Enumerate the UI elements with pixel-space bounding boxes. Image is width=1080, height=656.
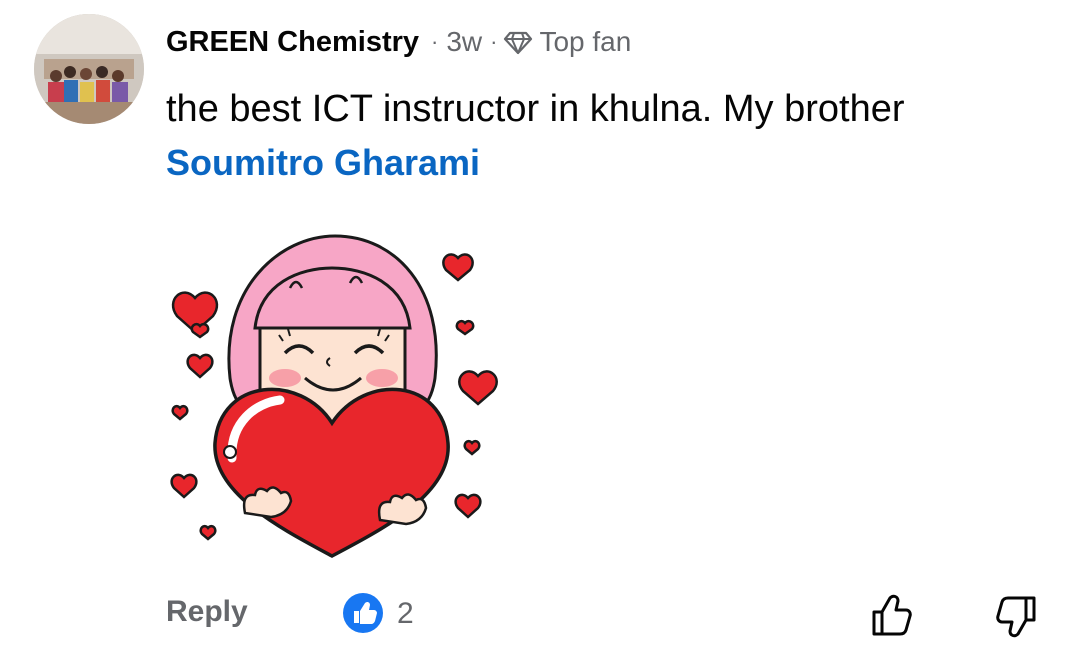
separator-dot: ·	[431, 29, 439, 54]
thumbs-down-icon[interactable]	[990, 590, 1042, 642]
comment-header: GREEN Chemistry · 3w · Top fan	[166, 22, 631, 62]
diamond-icon	[504, 31, 533, 55]
author-avatar[interactable]	[34, 14, 144, 124]
top-fan-badge: Top fan	[539, 26, 632, 57]
thumbs-up-icon[interactable]	[866, 590, 918, 642]
mention-link[interactable]: Soumitro Gharami	[166, 138, 480, 188]
reply-button[interactable]: Reply	[166, 595, 248, 629]
like-reaction-icon[interactable]	[342, 592, 384, 634]
comment-timestamp[interactable]: 3w	[446, 26, 482, 58]
author-name[interactable]: GREEN Chemistry	[166, 26, 419, 59]
comment-actions: Reply	[166, 590, 248, 634]
heart-girl-sticker[interactable]	[160, 228, 500, 568]
comment-text: the best ICT instructor in khulna. My br…	[166, 88, 905, 130]
separator-dot: ·	[490, 29, 498, 54]
avatar-photo	[34, 14, 144, 124]
reaction-count: 2	[397, 597, 414, 630]
